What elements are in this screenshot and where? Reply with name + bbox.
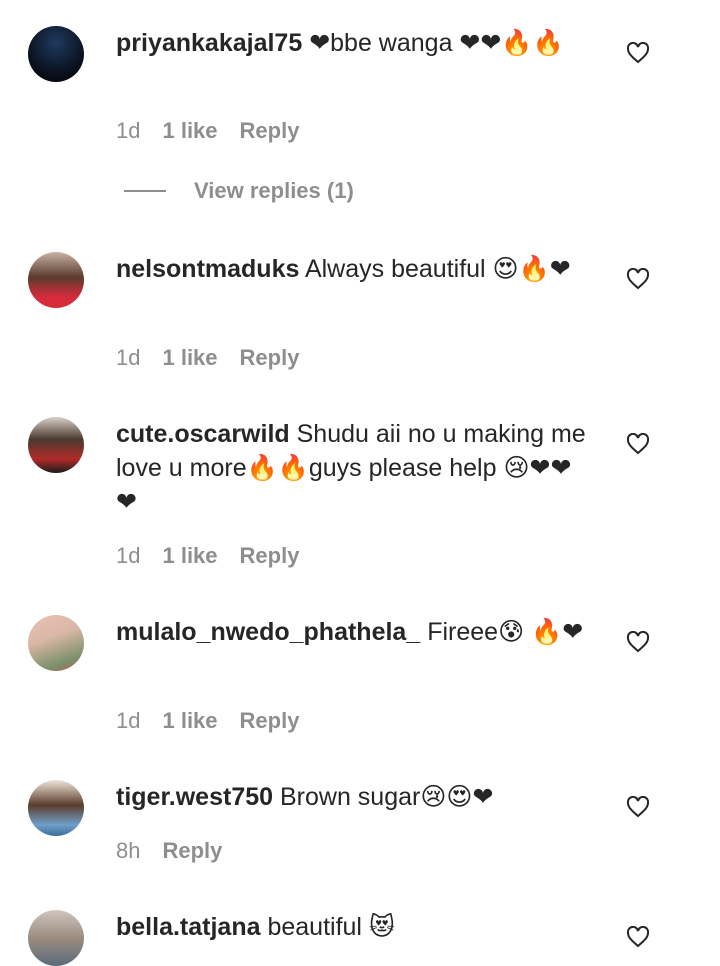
reply-button[interactable]: Reply	[240, 708, 300, 734]
avatar[interactable]	[28, 910, 84, 966]
comment-time: 8h	[116, 838, 141, 863]
avatar[interactable]	[28, 417, 84, 473]
comment-username[interactable]: mulalo_nwedo_phathela_	[116, 618, 420, 646]
comment-body: priyankakajal75 ❤bbe wanga ❤❤🔥🔥	[116, 26, 586, 60]
comment-body: mulalo_nwedo_phathela_ Fireee😰 🔥❤	[116, 615, 586, 649]
view-replies-label: View replies (1)	[194, 178, 354, 203]
comment-time: 1d	[116, 118, 141, 143]
heart-outline-icon[interactable]	[626, 630, 650, 653]
comment-meta: 1d 1 like Reply	[116, 543, 299, 569]
heart-outline-icon[interactable]	[626, 41, 650, 64]
comment-body: cute.oscarwild Shudu aii no u making me …	[116, 417, 586, 519]
heart-outline-icon[interactable]	[626, 267, 650, 290]
avatar[interactable]	[28, 615, 84, 671]
reply-button[interactable]: Reply	[240, 543, 300, 569]
comment-meta: 1d 1 like Reply	[116, 345, 299, 371]
comment-likes[interactable]: 1 like	[162, 118, 217, 144]
comment-meta: 8h Reply	[116, 838, 222, 864]
avatar[interactable]	[28, 252, 84, 308]
comment-likes[interactable]: 1 like	[162, 345, 217, 371]
comment-body: nelsontmaduks Always beautiful 😍🔥❤	[116, 252, 586, 286]
comment-text: ❤bbe wanga ❤❤🔥🔥	[309, 29, 564, 57]
comment-time: 1d	[116, 543, 141, 568]
view-replies-button[interactable]: View replies (1)	[124, 178, 354, 204]
comment-username[interactable]: tiger.west750	[116, 783, 273, 811]
reply-button[interactable]: Reply	[162, 838, 222, 864]
comment-text: Brown sugar😢😍❤	[279, 783, 494, 811]
divider-line	[124, 190, 166, 192]
avatar[interactable]	[28, 26, 84, 82]
reply-button[interactable]: Reply	[240, 118, 300, 144]
comment-likes[interactable]: 1 like	[162, 708, 217, 734]
comment-username[interactable]: nelsontmaduks	[116, 255, 299, 283]
avatar[interactable]	[28, 780, 84, 836]
comment-body: bella.tatjana beautiful 😻	[116, 910, 586, 944]
comment-text: Always beautiful 😍🔥❤	[304, 255, 571, 283]
comment-username[interactable]: bella.tatjana	[116, 913, 261, 941]
reply-button[interactable]: Reply	[240, 345, 300, 371]
comment-username[interactable]: cute.oscarwild	[116, 420, 290, 448]
comment-text: Fireee😰 🔥❤	[427, 618, 584, 646]
heart-outline-icon[interactable]	[626, 795, 650, 818]
comment-time: 1d	[116, 345, 141, 370]
heart-outline-icon[interactable]	[626, 925, 650, 948]
comment-username[interactable]: priyankakajal75	[116, 29, 302, 57]
comment-meta: 1d 1 like Reply	[116, 708, 299, 734]
comment-body: tiger.west750 Brown sugar😢😍❤	[116, 780, 586, 814]
comment-meta: 1d 1 like Reply	[116, 118, 299, 144]
comment-likes[interactable]: 1 like	[162, 543, 217, 569]
comment-text: beautiful 😻	[267, 913, 395, 941]
comment-time: 1d	[116, 708, 141, 733]
heart-outline-icon[interactable]	[626, 432, 650, 455]
